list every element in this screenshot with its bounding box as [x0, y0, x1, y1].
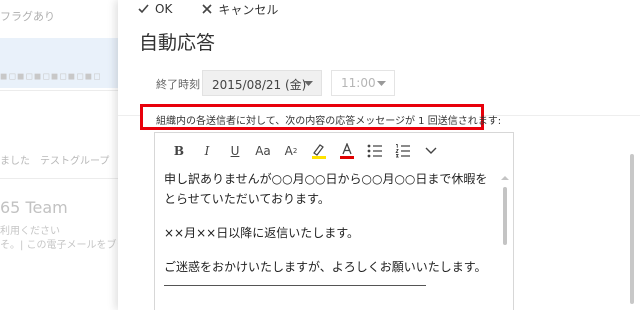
end-time-value: 11:00: [341, 76, 376, 90]
checkmark-icon: [138, 4, 149, 14]
font-color-button[interactable]: [333, 139, 361, 163]
chevron-down-icon: [425, 147, 437, 154]
font-color-icon: [340, 143, 354, 159]
bullet-list-button[interactable]: [361, 139, 389, 163]
mail-sender: 65 Team: [0, 198, 68, 217]
font-size-button[interactable]: Aa: [249, 139, 277, 163]
bold-button[interactable]: B: [165, 139, 193, 163]
superscript-mark: 2: [292, 147, 298, 155]
reply-message-editor[interactable]: B I U Aa A2 申し訳ありませんが○○月○○日から○○月○○日まで休暇を…: [154, 132, 514, 310]
highlight-button[interactable]: [305, 139, 333, 163]
page-title: 自動応答: [139, 32, 216, 54]
ok-label: OK: [155, 2, 173, 16]
body-line: ご迷惑をおかけいたしますが、よろしくお願いいたします。: [164, 260, 487, 274]
list-divider: [0, 90, 118, 91]
highlighter-icon: [312, 144, 326, 159]
cancel-label: キャンセル: [218, 2, 279, 17]
format-toolbar: B I U Aa A2: [155, 133, 513, 169]
italic-button[interactable]: I: [193, 139, 221, 163]
signature-divider: [164, 285, 426, 286]
mail-preview-dots: ◼◻◼◻◼◻◼◻◼◻◼◻: [0, 72, 102, 82]
numbered-list-button[interactable]: [389, 139, 417, 163]
body-line: 申し訳ありませんが○○月○○日から○○月○○日まで休暇をとらせていただいておりま…: [164, 172, 488, 206]
auto-reply-panel: OK キャンセル 自動応答 終了時刻 2015/08/21 (金) 11:00 …: [118, 0, 640, 310]
superscript-letter: A: [284, 144, 293, 158]
editor-scroll-thumb[interactable]: [503, 187, 507, 245]
mail-preview-text: そ。| この電子メールをブラウ: [0, 240, 118, 251]
ok-button[interactable]: OK: [138, 2, 172, 16]
bullet-list-icon: [367, 144, 382, 158]
cancel-button[interactable]: キャンセル: [202, 1, 278, 18]
numbered-list-icon: [395, 144, 410, 158]
body-line: ××月××日以降に返信いたします。: [164, 226, 360, 240]
chevron-down-icon: [377, 81, 386, 86]
mail-preview-text: 利用ください: [0, 226, 60, 237]
more-formatting-button[interactable]: [417, 139, 445, 163]
end-time-label: 終了時刻: [156, 78, 200, 91]
editor-scrollbar[interactable]: [501, 175, 509, 310]
end-time-select[interactable]: 11:00: [331, 70, 395, 96]
filter-flagged[interactable]: フラグあり: [0, 8, 55, 24]
command-bar: OK キャンセル: [138, 0, 308, 18]
panel-scrollbar[interactable]: [630, 154, 634, 304]
list-divider: [0, 178, 118, 179]
chevron-down-icon: [304, 81, 313, 86]
end-date-select[interactable]: 2015/08/21 (金): [202, 70, 322, 96]
internal-reply-notice: 組織内の各送信者に対して、次の内容の応答メッセージが 1 回送信されます:: [140, 104, 501, 130]
superscript-button[interactable]: A2: [277, 139, 305, 163]
scroll-up-icon[interactable]: [501, 175, 509, 181]
mail-preview-text: ました テストグループ グルー: [0, 156, 118, 167]
background-mail-list: フラグあり ◼◻◼◻◼◻◼◻◼◻◼◻ ました テストグループ グルー 65 Te…: [0, 0, 118, 310]
end-date-value: 2015/08/21 (金): [212, 78, 307, 92]
reply-body[interactable]: 申し訳ありませんが○○月○○日から○○月○○日まで休暇をとらせていただいておりま…: [164, 169, 496, 286]
underline-button[interactable]: U: [221, 139, 249, 163]
close-icon: [202, 4, 212, 14]
